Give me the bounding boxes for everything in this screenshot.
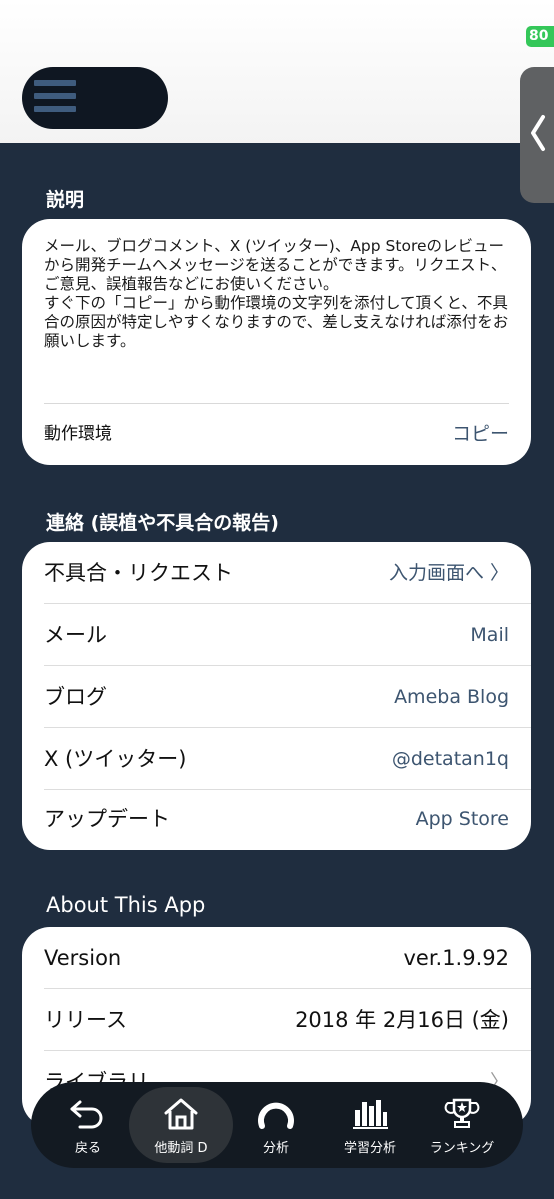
- row-label: Version: [44, 946, 122, 970]
- trophy-icon: [444, 1098, 480, 1128]
- description-section-title: 説明: [46, 189, 85, 211]
- row-value: App Store: [415, 808, 509, 830]
- row-value: Ameba Blog: [394, 686, 509, 708]
- settings-screen: 80 説明 メール、ブログコメント、X (ツイッター)、App Storeのレビ…: [0, 0, 554, 1199]
- tab-label: 他動詞 D: [154, 1141, 208, 1156]
- about-row-version: Version ver.1.9.92: [22, 927, 531, 989]
- tab-learning-analysis[interactable]: 学習分析: [321, 1082, 419, 1168]
- description-paragraph-2: すぐ下の「コピー」から動作環境の文字列を添付して頂くと、不具合の原因が特定しやす…: [44, 294, 509, 350]
- row-value: ver.1.9.92: [403, 946, 509, 970]
- contact-card: 不具合・リクエスト 入力画面へ 〉 メール Mail ブログ Ameba Blo…: [22, 542, 531, 850]
- row-value: 2018 年 2月16日 (金): [295, 1008, 509, 1032]
- row-label: X (ツイッター): [44, 747, 187, 771]
- home-icon: [164, 1098, 198, 1130]
- gauge-icon: [258, 1102, 294, 1129]
- about-row-release: リリース 2018 年 2月16日 (金): [22, 989, 531, 1051]
- copy-button[interactable]: コピー: [452, 404, 509, 464]
- hamburger-icon: [34, 80, 76, 114]
- description-text: メール、ブログコメント、X (ツイッター)、App Storeのレビューから開発…: [44, 237, 510, 351]
- top-header: 80: [0, 0, 554, 143]
- contact-row-bug-request[interactable]: 不具合・リクエスト 入力画面へ 〉: [22, 542, 531, 604]
- contact-row-mail[interactable]: メール Mail: [22, 604, 531, 666]
- tab-back[interactable]: 戻る: [39, 1082, 137, 1168]
- description-card: メール、ブログコメント、X (ツイッター)、App Storeのレビューから開発…: [22, 219, 531, 465]
- bar-chart-icon: [353, 1100, 388, 1129]
- environment-label: 動作環境: [44, 424, 112, 444]
- back-arrow-icon: [70, 1100, 103, 1129]
- row-value: Mail: [470, 624, 509, 646]
- row-value: @detatan1q: [391, 748, 509, 770]
- row-label: 不具合・リクエスト: [44, 561, 233, 585]
- chevron-left-icon: [531, 115, 545, 151]
- contact-row-x[interactable]: X (ツイッター) @detatan1q: [22, 728, 531, 790]
- battery-indicator: 80: [526, 26, 554, 47]
- tab-label: 戻る: [74, 1141, 101, 1156]
- menu-button[interactable]: [22, 67, 168, 129]
- environment-row: 動作環境 コピー: [22, 404, 531, 464]
- row-label: リリース: [44, 1008, 127, 1032]
- row-label: ブログ: [44, 685, 107, 709]
- tab-analysis[interactable]: 分析: [227, 1082, 325, 1168]
- bottom-tab-bar: 戻る 他動詞 D 分析 学習分析 ランキング: [31, 1082, 523, 1168]
- contact-section-title: 連絡 (誤植や不具合の報告): [46, 512, 279, 534]
- tab-ranking[interactable]: ランキング: [413, 1082, 511, 1168]
- contact-row-update[interactable]: アップデート App Store: [22, 788, 531, 850]
- row-label: アップデート: [44, 807, 170, 831]
- row-value: 入力画面へ 〉: [388, 562, 509, 584]
- tab-label: ランキング: [429, 1141, 495, 1156]
- description-paragraph-1: メール、ブログコメント、X (ツイッター)、App Storeのレビューから開発…: [44, 237, 507, 293]
- contact-row-blog[interactable]: ブログ Ameba Blog: [22, 666, 531, 728]
- tab-label: 分析: [262, 1141, 289, 1156]
- row-label: メール: [44, 623, 107, 647]
- side-panel-toggle[interactable]: [520, 67, 554, 203]
- about-section-title: About This App: [46, 893, 206, 917]
- tab-home[interactable]: 他動詞 D: [129, 1082, 233, 1168]
- tab-label: 学習分析: [343, 1141, 396, 1156]
